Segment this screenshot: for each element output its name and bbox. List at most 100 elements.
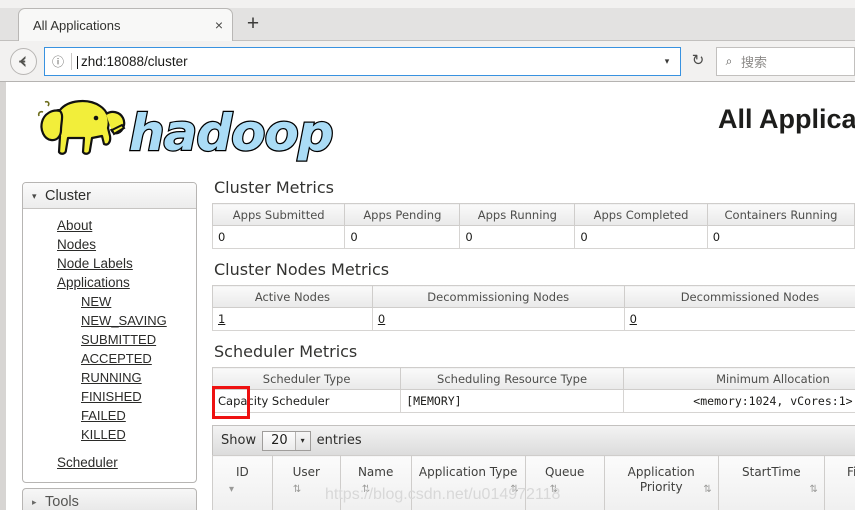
sidebar-item-about[interactable]: About (23, 216, 196, 235)
cell-apps-running: 0 (459, 225, 576, 249)
search-bar[interactable]: ⌕ 搜索 (716, 47, 855, 76)
show-entries-label: Show (221, 433, 257, 448)
info-icon[interactable]: ⓘ (45, 53, 71, 70)
col-scheduler-type: Scheduler Type (211, 367, 402, 390)
decommissioned-nodes-link[interactable]: 0 (630, 312, 637, 326)
url-value: zhd:18088/cluster (81, 54, 188, 69)
cell-active-nodes: 1 (212, 307, 373, 331)
tab-title: All Applications (33, 17, 121, 33)
url-input[interactable]: zhd:18088/cluster (72, 54, 654, 69)
sidebar-item-running[interactable]: RUNNING (23, 368, 196, 387)
sort-icon: ▾ (229, 484, 235, 495)
address-bar[interactable]: ⓘ zhd:18088/cluster ▾ (44, 47, 681, 76)
cluster-panel: ▾ Cluster About Nodes Node Labels Applic… (22, 182, 197, 483)
cell-scheduler-type: Capacity Scheduler (211, 389, 402, 413)
sidebar-item-new-saving[interactable]: NEW_SAVING (23, 311, 196, 330)
browser-chrome: All Applications × + ⓘ zhd:18088/cluster… (0, 0, 855, 82)
cluster-metrics-table: Apps Submitted Apps Pending Apps Running… (211, 203, 855, 249)
search-input[interactable]: 搜索 (741, 52, 854, 71)
col-application-priority-label: Application Priority (627, 465, 695, 494)
entries-per-page-select[interactable]: 20 ▾ (262, 430, 311, 451)
datatable-toolbar: Show 20 ▾ entries (212, 425, 855, 455)
sidebar-item-node-labels[interactable]: Node Labels (23, 254, 196, 273)
sidebar: ▾ Cluster About Nodes Node Labels Applic… (22, 182, 197, 510)
entries-label: entries (316, 433, 362, 448)
cell-decommissioning-nodes: 0 (371, 307, 625, 331)
close-icon[interactable]: × (206, 18, 232, 32)
applications-datatable: Show 20 ▾ entries ID ▾ User ⇅ Name ⇅ App… (212, 425, 855, 510)
cell-scheduling-resource-type: [MEMORY] (400, 389, 624, 413)
col-finishtime[interactable]: FinishTime ⇅ (823, 455, 855, 510)
sidebar-item-nodes[interactable]: Nodes (23, 235, 196, 254)
entries-per-page-value: 20 (271, 433, 288, 448)
col-application-priority[interactable]: Application Priority ⇅ (603, 455, 719, 510)
table-header-row: Active Nodes Decommissioning Nodes Decom… (212, 285, 855, 308)
col-apps-running: Apps Running (459, 203, 576, 226)
col-containers-running: Containers Running (706, 203, 855, 226)
scheduler-metrics-title: Scheduler Metrics (214, 342, 358, 361)
cluster-metrics-title: Cluster Metrics (214, 178, 334, 197)
cell-apps-submitted: 0 (211, 225, 346, 249)
col-id-label: ID (236, 465, 249, 479)
cell-apps-completed: 0 (574, 225, 708, 249)
cluster-nodes-metrics-table: Active Nodes Decommissioning Nodes Decom… (212, 285, 855, 331)
text-caret (77, 56, 78, 69)
col-user[interactable]: User ⇅ (271, 455, 341, 510)
page-title: All Applications (718, 104, 855, 134)
col-name[interactable]: Name ⇅ (339, 455, 412, 510)
col-application-type[interactable]: Application Type ⇅ (410, 455, 526, 510)
tab-strip: All Applications × + (0, 0, 855, 41)
decommissioning-nodes-link[interactable]: 0 (378, 312, 385, 326)
col-name-label: Name (357, 465, 394, 479)
sort-icon: ⇅ (809, 484, 818, 495)
main-content: Cluster Metrics Apps Submitted Apps Pend… (211, 178, 855, 510)
sidebar-item-new[interactable]: NEW (23, 292, 196, 311)
reload-icon[interactable]: ↻ (687, 50, 709, 72)
col-decommissioning-nodes: Decommissioning Nodes (371, 285, 625, 308)
tools-panel-header[interactable]: ▸ Tools (22, 488, 197, 510)
col-user-label: User (292, 465, 320, 479)
col-queue-label: Queue (544, 465, 585, 479)
sidebar-item-failed[interactable]: FAILED (23, 406, 196, 425)
col-scheduling-resource-type: Scheduling Resource Type (400, 367, 624, 390)
cell-minimum-allocation: <memory:1024, vCores:1> (622, 389, 855, 413)
col-finishtime-label: FinishTime (847, 465, 855, 479)
sidebar-item-accepted[interactable]: ACCEPTED (23, 349, 196, 368)
active-nodes-link[interactable]: 1 (218, 312, 225, 326)
new-tab-icon[interactable]: + (240, 12, 266, 38)
sidebar-item-finished[interactable]: FINISHED (23, 387, 196, 406)
col-queue[interactable]: Queue ⇅ (524, 455, 605, 510)
col-minimum-allocation: Minimum Allocation (622, 367, 855, 390)
sidebar-item-applications[interactable]: Applications (23, 273, 196, 292)
table-header-row: ID ▾ User ⇅ Name ⇅ Application Type ⇅ Qu… (212, 455, 855, 510)
site-banner: hadoop All Applications (6, 82, 855, 167)
cell-apps-pending: 0 (344, 225, 461, 249)
chevron-down-icon: ▾ (294, 431, 310, 450)
applications-table: ID ▾ User ⇅ Name ⇅ Application Type ⇅ Qu… (212, 455, 855, 510)
sidebar-item-killed[interactable]: KILLED (23, 425, 196, 444)
chevron-down-icon[interactable]: ▾ (654, 56, 680, 67)
table-row: Capacity Scheduler [MEMORY] <memory:1024… (211, 389, 855, 413)
col-decommissioned-nodes: Decommissioned Nodes (623, 285, 855, 308)
navigation-bar: ⓘ zhd:18088/cluster ▾ ↻ ⌕ 搜索 (0, 41, 855, 82)
sort-icon: ⇅ (361, 484, 371, 495)
col-apps-completed: Apps Completed (574, 203, 708, 226)
browser-tab[interactable]: All Applications × (18, 8, 233, 41)
back-button[interactable] (10, 48, 37, 75)
search-icon: ⌕ (725, 54, 733, 68)
col-application-type-label: Application Type (418, 465, 518, 479)
col-id[interactable]: ID ▾ (212, 455, 273, 510)
col-starttime[interactable]: StartTime ⇅ (717, 455, 825, 510)
sidebar-item-scheduler[interactable]: Scheduler (23, 453, 196, 472)
cluster-panel-header[interactable]: ▾ Cluster (23, 183, 196, 209)
sidebar-item-submitted[interactable]: SUBMITTED (23, 330, 196, 349)
cluster-panel-body: About Nodes Node Labels Applications NEW… (23, 209, 196, 482)
tab-strip-top-edge (0, 0, 855, 8)
sort-icon: ⇅ (292, 484, 302, 495)
logo-wordmark: hadoop (128, 103, 335, 164)
table-header-row: Apps Submitted Apps Pending Apps Running… (211, 203, 855, 226)
sort-icon: ⇅ (549, 484, 559, 495)
